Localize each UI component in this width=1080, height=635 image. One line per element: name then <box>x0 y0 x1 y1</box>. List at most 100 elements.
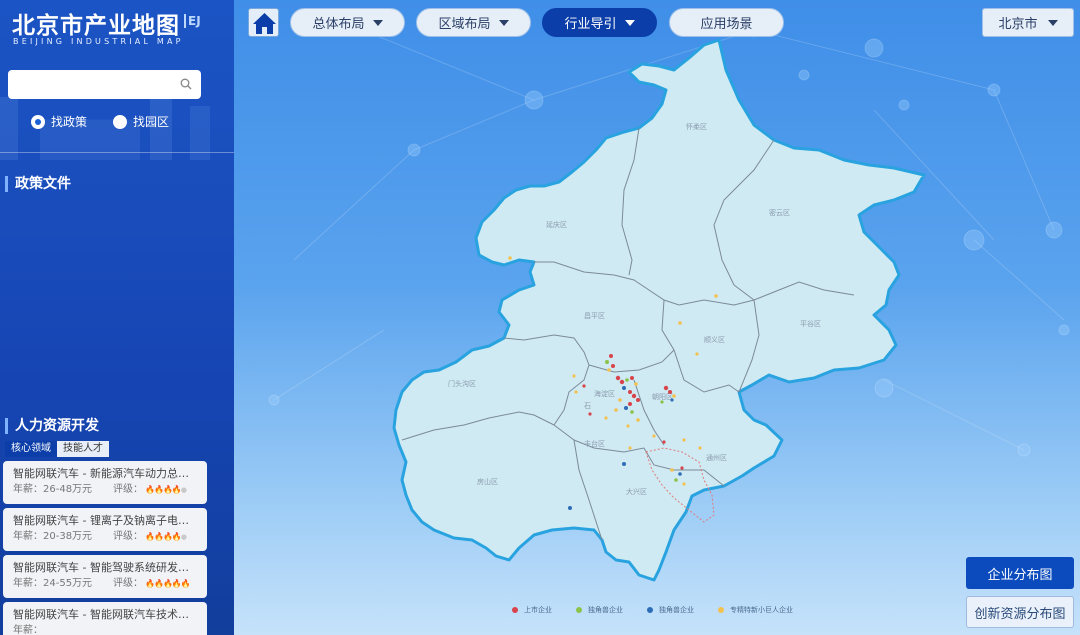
district-label: 海淀区 <box>594 389 615 398</box>
nav-regional-layout[interactable]: 区域布局 <box>416 8 531 37</box>
home-icon <box>253 13 276 34</box>
legend-dot <box>512 607 518 613</box>
hr-tabs: 核心领域 技能人才 <box>5 441 109 457</box>
home-button[interactable] <box>248 8 279 37</box>
legend-item[interactable]: 上市企业 <box>512 605 552 615</box>
map-canvas[interactable]: 怀柔区 延庆区 密云区 昌平区 顺义区 平谷区 门头沟区 海淀区 朝阳区 丰台区… <box>234 0 1080 635</box>
district-label: 通州区 <box>706 453 727 462</box>
salary-value: 20-38万元 <box>43 531 93 542</box>
nav-application-scenarios[interactable]: 应用场景 <box>669 8 784 37</box>
district-label: 密云区 <box>769 208 790 217</box>
district-label: 昌平区 <box>584 312 605 320</box>
rating-label: 评级： <box>113 484 143 495</box>
rating-flames: 🔥🔥🔥🔥● <box>145 529 187 545</box>
radio-find-park[interactable]: 找园区 <box>113 113 169 130</box>
search-input[interactable] <box>16 70 176 99</box>
chevron-down-icon <box>372 19 383 26</box>
rating-label: 评级： <box>113 578 143 589</box>
city-select-value: 北京市 <box>998 17 1038 32</box>
legend-label: 专精特新小巨人企业 <box>730 606 793 614</box>
hr-section-title: 人力资源开发 <box>5 418 99 434</box>
city-select[interactable]: 北京市 <box>982 8 1074 37</box>
rating-flame-icon: 🔥 <box>153 485 164 494</box>
app-subtitle: BEIJING INDUSTRIAL MAP <box>13 37 184 46</box>
salary-label: 年薪： <box>13 531 43 542</box>
rating-flame-icon: 🔥 <box>171 579 182 588</box>
salary-label: 年薪： <box>13 484 43 495</box>
search-box <box>8 70 201 99</box>
rating-flames: 🔥🔥🔥🔥● <box>145 482 187 498</box>
legend-label: 独角兽企业 <box>588 606 623 614</box>
app-title: 北京市产业地图 <box>12 13 180 39</box>
rating-flame-icon: 🔥 <box>153 579 164 588</box>
legend-label: 上市企业 <box>524 606 552 614</box>
job-title: 智能网联汽车 - 智能网联汽车技术研… <box>13 608 197 621</box>
nav-overall-layout[interactable]: 总体布局 <box>290 8 405 37</box>
district-label: 平谷区 <box>800 319 821 328</box>
district-label: 大兴区 <box>626 487 647 496</box>
enterprise-distribution-button[interactable]: 企业分布图 <box>966 557 1074 589</box>
job-title: 智能网联汽车 - 智能驾驶系统研发与… <box>13 561 197 574</box>
map-legend: 上市企业 独角兽企业 独角兽企业 专精特新小巨人企业 <box>512 605 793 615</box>
legend-item[interactable]: 独角兽企业 <box>576 605 623 615</box>
nav-label: 应用场景 <box>700 17 753 32</box>
district-label: 石 <box>584 402 591 410</box>
salary-value: 26-48万元 <box>43 484 93 495</box>
district-label: 房山区 <box>477 477 498 486</box>
job-title: 智能网联汽车 - 新能源汽车动力总成… <box>13 467 197 480</box>
district-label: 丰台区 <box>584 439 605 448</box>
legend-dot <box>576 607 582 613</box>
chevron-down-icon <box>1047 19 1058 26</box>
sidebar: 北京市产业地图 EJ BEIJING INDUSTRIAL MAP 找政策 找园… <box>0 0 234 635</box>
chevron-down-icon <box>498 19 509 26</box>
job-list: 智能网联汽车 - 新能源汽车动力总成… 年薪：26-48万元 评级： 🔥🔥🔥🔥●… <box>3 461 207 635</box>
job-card[interactable]: 智能网联汽车 - 智能网联汽车技术研… 年薪： <box>3 602 207 635</box>
rating-flame-icon: 🔥 <box>171 532 182 541</box>
radio-button[interactable] <box>31 114 45 129</box>
radio-label: 找政策 <box>51 115 88 129</box>
beijing-map-outline[interactable] <box>392 38 926 582</box>
innovation-resources-button[interactable]: 创新资源分布图 <box>966 596 1074 628</box>
rating-flame-icon: 🔥 <box>145 532 155 541</box>
radio-find-policy[interactable]: 找政策 <box>31 113 87 130</box>
legend-dot <box>718 607 724 613</box>
rating-label: 评级： <box>113 531 143 542</box>
nav-label: 区域布局 <box>438 17 491 32</box>
legend-label: 独角兽企业 <box>659 606 694 614</box>
salary-value: 24-55万元 <box>43 578 93 589</box>
district-label: 顺义区 <box>704 336 725 344</box>
nav-industry-guide[interactable]: 行业导引 <box>542 8 657 37</box>
map-area: 怀柔区 延庆区 密云区 昌平区 顺义区 平谷区 门头沟区 海淀区 朝阳区 丰台区… <box>234 0 1080 635</box>
rating-flame-icon: ● <box>180 533 187 541</box>
search-icon[interactable] <box>180 78 192 90</box>
rating-flame-icon: 🔥 <box>180 579 191 588</box>
salary-label: 年薪： <box>13 625 43 635</box>
policy-section-title: 政策文件 <box>5 176 71 192</box>
salary-label: 年薪： <box>13 578 43 589</box>
rating-flame-icon: 🔥 <box>145 579 155 588</box>
job-card[interactable]: 智能网联汽车 - 新能源汽车动力总成… 年薪：26-48万元 评级： 🔥🔥🔥🔥● <box>3 461 207 504</box>
rating-flame-icon: 🔥 <box>162 532 173 541</box>
nav-label: 总体布局 <box>312 17 365 32</box>
sidebar-divider <box>0 152 234 153</box>
radio-label: 找园区 <box>133 115 170 129</box>
tab-skilled-talent[interactable]: 技能人才 <box>57 441 109 457</box>
job-card[interactable]: 智能网联汽车 - 智能驾驶系统研发与… 年薪：24-55万元 评级： 🔥🔥🔥🔥🔥 <box>3 555 207 598</box>
legend-item[interactable]: 独角兽企业 <box>647 605 694 615</box>
rating-flame-icon: 🔥 <box>162 485 173 494</box>
tab-core-fields[interactable]: 核心领域 <box>5 441 57 457</box>
district-label: 门头沟区 <box>448 379 476 388</box>
app-logo-mark: EJ <box>184 14 201 28</box>
rating-flame-icon: 🔥 <box>153 532 164 541</box>
job-card[interactable]: 智能网联汽车 - 锂离子及钠离子电池… 年薪：20-38万元 评级： 🔥🔥🔥🔥● <box>3 508 207 551</box>
district-label: 怀柔区 <box>686 122 707 131</box>
rating-flames: 🔥🔥🔥🔥🔥 <box>145 576 191 592</box>
rating-flame-icon: 🔥 <box>171 485 182 494</box>
legend-item[interactable]: 专精特新小巨人企业 <box>718 605 793 615</box>
radio-button[interactable] <box>113 114 127 129</box>
chevron-down-icon <box>624 19 635 26</box>
legend-dot <box>647 607 653 613</box>
rating-flame-icon: ● <box>180 486 187 494</box>
rating-flame-icon: 🔥 <box>145 485 155 494</box>
district-label: 延庆区 <box>546 220 567 229</box>
